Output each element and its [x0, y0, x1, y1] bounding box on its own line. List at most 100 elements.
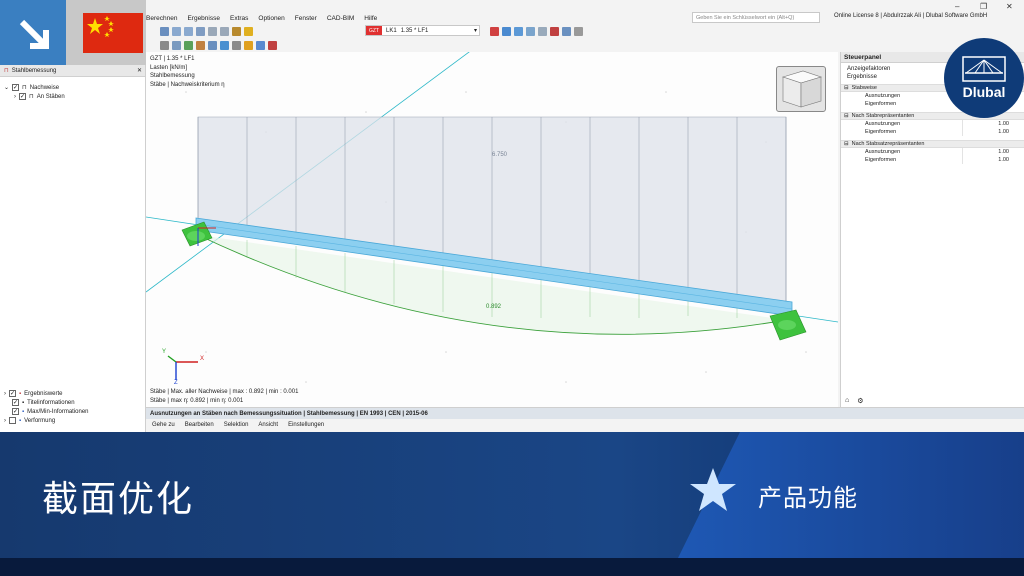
menu-hilfe[interactable]: Hilfe: [364, 15, 377, 22]
close-icon[interactable]: [268, 40, 277, 50]
chevron-down-icon[interactable]: ⌄: [4, 84, 9, 91]
table-menu-selection[interactable]: Selektion: [224, 422, 249, 428]
snap-icon[interactable]: [172, 40, 181, 50]
view-icon[interactable]: [562, 26, 571, 36]
measure-icon[interactable]: [220, 40, 229, 50]
param-name: Ausnutzungen: [841, 120, 963, 128]
chevron-right-icon[interactable]: ›: [14, 94, 16, 100]
delete-icon[interactable]: [550, 26, 559, 36]
param-row: Ausnutzungen 1.00: [841, 120, 1024, 128]
view-icon[interactable]: [172, 26, 181, 36]
menu-berechnen[interactable]: Berechnen: [146, 15, 177, 22]
viewport-summary: Stäbe | Max. aller Nachweise | max : 0.8…: [150, 388, 298, 405]
checkbox[interactable]: ✓: [12, 399, 19, 406]
menu-fenster[interactable]: Fenster: [295, 15, 317, 22]
node-icon[interactable]: [184, 40, 193, 50]
load-value-label: 6.750: [492, 152, 508, 158]
footer-strip: [0, 558, 1024, 576]
table-menu-settings[interactable]: Einstellungen: [288, 422, 324, 428]
checkbox[interactable]: ✓: [19, 93, 26, 100]
menu-bar: Berechnen Ergebnisse Extras Optionen Fen…: [146, 12, 377, 24]
settings-icon[interactable]: ⚙: [857, 397, 863, 405]
table-menu-edit[interactable]: Bearbeiten: [185, 422, 214, 428]
section-title: Nach Stabsatzrepräsentanten: [851, 141, 925, 147]
table-panel-title: Ausnutzungen an Stäben nach Bemessungssi…: [146, 408, 1024, 419]
china-flag-icon: [83, 13, 143, 53]
checkbox[interactable]: ✓: [12, 84, 20, 91]
param-value[interactable]: 1.00: [963, 149, 1013, 155]
tree-item-verformung[interactable]: › ▪ Verformung: [4, 416, 89, 425]
results-icon[interactable]: [244, 40, 253, 50]
axis-triad: [167, 355, 198, 380]
display-icon[interactable]: [256, 40, 265, 50]
collapse-icon[interactable]: ⊟: [844, 113, 849, 119]
info-icon: ▪: [22, 399, 25, 406]
display-icon[interactable]: [526, 26, 535, 36]
view-cube[interactable]: [776, 66, 826, 112]
info-line-module: Stahlbemessung: [150, 73, 195, 79]
panel-close-icon[interactable]: ✕: [137, 67, 145, 74]
collapse-icon[interactable]: ⊟: [844, 141, 849, 147]
menu-cad-bim[interactable]: CAD-BIM: [327, 15, 354, 22]
section-title: Nach Stabrepräsentanten: [851, 113, 915, 119]
tree-label: Max/Min-Informationen: [27, 408, 89, 415]
maxmin-icon: ▪: [22, 408, 25, 415]
chevron-right-icon[interactable]: ›: [4, 418, 6, 424]
select-icon[interactable]: [160, 40, 169, 50]
search-input[interactable]: Geben Sie ein Schlüsselwort ein (Alt+Q): [692, 12, 820, 23]
table-menu-goto[interactable]: Gehe zu: [152, 422, 175, 428]
member-icon[interactable]: [196, 40, 205, 50]
param-name: Eigenformen: [841, 156, 963, 164]
edit-icon[interactable]: [232, 26, 241, 36]
model-viewport[interactable]: GZT | 1.35 * LF1 Lasten [kN/m] Stahlbeme…: [146, 52, 838, 407]
checkbox[interactable]: [9, 417, 16, 424]
param-name: Ausnutzungen: [841, 92, 963, 100]
logo-text: Dlubal: [962, 84, 1006, 100]
table-icon[interactable]: [208, 26, 217, 36]
info-line-unit: Lasten [kN/m]: [150, 64, 188, 71]
table-icon[interactable]: [220, 26, 229, 36]
loadcase-selector[interactable]: GZT LK1 1.35 * LF1 ▾: [365, 25, 480, 36]
checkbox[interactable]: ✓: [9, 390, 16, 397]
param-value[interactable]: 1.00: [963, 157, 1013, 163]
minimize-icon[interactable]: –: [955, 2, 959, 11]
chevron-down-icon[interactable]: ▾: [474, 27, 479, 34]
tree-item-an-staeben[interactable]: › ✓ ⊓ An Stäben: [4, 92, 141, 101]
display-icon[interactable]: [538, 26, 547, 36]
tree-item-titelinformationen[interactable]: ✓ ▪ Titelinformationen: [4, 398, 89, 407]
view-icon[interactable]: [184, 26, 193, 36]
grid-icon[interactable]: [232, 40, 241, 50]
section-stabsatzrepraesentanten[interactable]: ⊟ Nach Stabsatzrepräsentanten: [841, 140, 1024, 148]
model-icon[interactable]: [490, 26, 499, 36]
collapse-icon[interactable]: ⊟: [844, 85, 849, 91]
menu-optionen[interactable]: Optionen: [258, 15, 284, 22]
tree-item-maxmin[interactable]: ✓ ▪ Max/Min-Informationen: [4, 407, 89, 416]
undo-icon[interactable]: [160, 26, 169, 36]
axis-y-label: Y: [162, 349, 167, 355]
toolbar-second: [146, 38, 1024, 52]
close-icon[interactable]: ✕: [1006, 2, 1013, 11]
view-icon[interactable]: [208, 40, 217, 50]
tree-label: Nachweise: [29, 84, 60, 91]
support-right[interactable]: [769, 309, 807, 341]
home-icon[interactable]: ⌂: [845, 397, 849, 405]
param-value[interactable]: 1.00: [963, 129, 1013, 135]
application-window: Berechnen Ergebnisse Extras Optionen Fen…: [0, 0, 1024, 432]
restore-icon[interactable]: ❐: [980, 2, 987, 11]
menu-ergebnisse[interactable]: Ergebnisse: [187, 15, 220, 22]
param-value[interactable]: 1.00: [963, 121, 1013, 127]
menu-extras[interactable]: Extras: [230, 15, 248, 22]
chevron-right-icon[interactable]: ›: [4, 391, 6, 397]
results-icon[interactable]: [244, 26, 253, 36]
banner-subtitle: 产品功能: [758, 484, 858, 512]
steel-icon: ⊓: [4, 68, 9, 74]
tree-item-nachweise[interactable]: ⌄ ✓ ⊓ Nachweise: [4, 83, 141, 92]
display-icon[interactable]: [502, 26, 511, 36]
tree-item-ergebniswerte[interactable]: › ✓ ▪ Ergebniswerte: [4, 389, 89, 398]
table-menu-view[interactable]: Ansicht: [258, 422, 278, 428]
view-icon[interactable]: [196, 26, 205, 36]
checkbox[interactable]: ✓: [12, 408, 19, 415]
tool-icon[interactable]: [574, 26, 583, 36]
table-panel: Ausnutzungen an Stäben nach Bemessungssi…: [146, 407, 1024, 432]
display-icon[interactable]: [514, 26, 523, 36]
